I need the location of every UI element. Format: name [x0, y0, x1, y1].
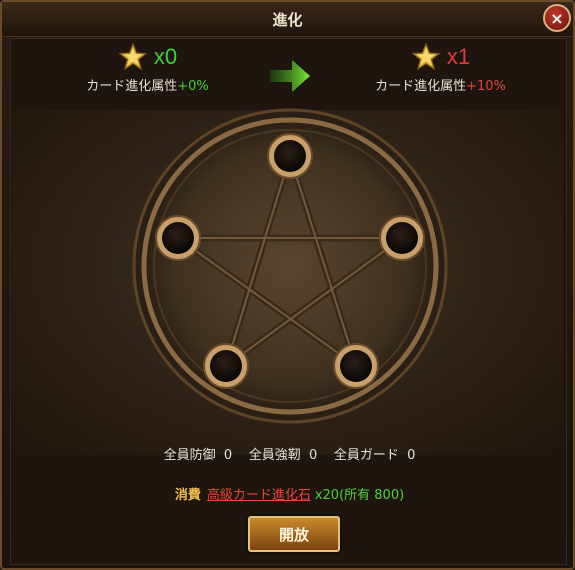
current-multiplier: x0 [153, 44, 178, 69]
open-button[interactable]: 開放 [248, 516, 340, 552]
guard-label: 全員ガード [333, 448, 399, 463]
defense-label: 全員防御 [163, 448, 216, 463]
current-attr-bonus: +0% [177, 79, 209, 94]
title-bar: 進化 × [2, 2, 573, 37]
dialog-title: 進化 [272, 11, 303, 29]
arrow-right-icon [270, 60, 310, 92]
toughness-value: 0 [309, 448, 318, 463]
slot-bottom-left[interactable] [203, 343, 249, 389]
cost-line: 消費 高級カード進化石 x20(所有 800) [2, 484, 575, 503]
evolution-dialog: 進化 × x0 カード進化属性+0% x1 カード進化属性+10% 全員防御 0… [0, 0, 575, 570]
current-attr: カード進化属性+0% [80, 75, 215, 94]
cost-count: x20(所有 800) [314, 488, 405, 503]
close-icon: × [550, 8, 564, 28]
slot-right[interactable] [379, 215, 425, 261]
next-attr-bonus: +10% [466, 79, 506, 94]
star-icon [411, 42, 441, 71]
next-rate: x1 カード進化属性+10% [368, 42, 513, 94]
guard-value: 0 [407, 448, 416, 463]
open-button-label: 開放 [278, 525, 309, 544]
toughness-label: 全員強靭 [248, 448, 301, 463]
slot-top[interactable] [267, 133, 313, 179]
next-attr: カード進化属性+10% [368, 75, 513, 94]
close-button[interactable]: × [543, 4, 571, 32]
next-attr-label: カード進化属性 [375, 79, 467, 94]
next-multiplier: x1 [446, 44, 471, 69]
cost-label: 消費 [174, 488, 201, 503]
star-icon [118, 42, 148, 71]
slot-left[interactable] [155, 215, 201, 261]
team-stats: 全員防御 0 全員強靭 0 全員ガード 0 [2, 444, 575, 463]
pentagram-circle [132, 108, 448, 424]
current-rate: x0 カード進化属性+0% [80, 42, 215, 94]
slot-bottom-right[interactable] [333, 343, 379, 389]
current-attr-label: カード進化属性 [86, 79, 178, 94]
defense-value: 0 [223, 448, 233, 463]
cost-item-link[interactable]: 高級カード進化石 [207, 488, 311, 503]
